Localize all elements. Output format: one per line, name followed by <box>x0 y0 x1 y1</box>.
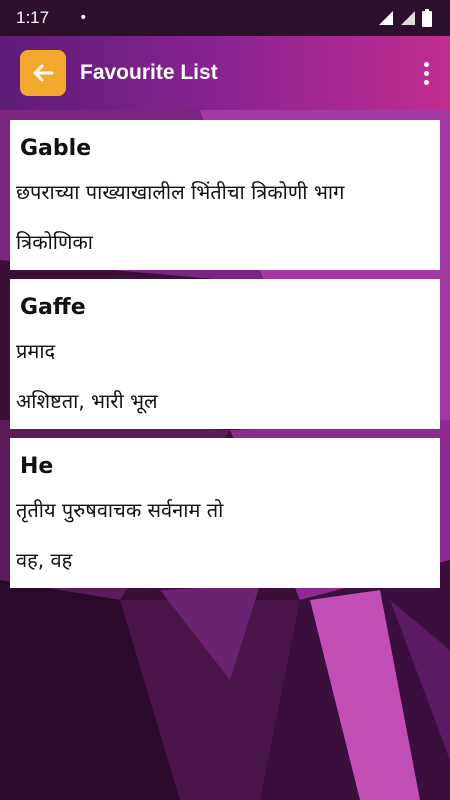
favourite-list: Gable छपराच्या पाख्याखालील भिंतीचा त्रिक… <box>10 120 440 597</box>
arrow-left-icon <box>33 64 54 82</box>
signal-icon <box>379 11 393 25</box>
favourite-card[interactable]: He तृतीय पुरुषवाचक सर्वनाम तो वह, वह <box>10 438 440 588</box>
app-bar: Favourite List <box>0 36 450 110</box>
page-title: Favourite List <box>80 61 218 84</box>
status-bar: 1:17 • <box>0 0 450 36</box>
battery-icon <box>422 9 432 27</box>
word-meaning-primary: छपराच्या पाख्याखालील भिंतीचा त्रिकोणी भा… <box>16 180 345 204</box>
word-meaning-secondary: वह, वह <box>16 548 73 572</box>
more-vert-icon <box>423 61 429 67</box>
favourite-card[interactable]: Gaffe प्रमाद अशिष्टता, भारी भूल <box>10 279 440 429</box>
word-meaning-secondary: अशिष्टता, भारी भूल <box>16 389 158 413</box>
back-button[interactable] <box>20 50 66 96</box>
word-meaning-secondary: त्रिकोणिका <box>16 230 93 254</box>
word-meaning-primary: तृतीय पुरुषवाचक सर्वनाम तो <box>16 498 224 522</box>
word-meaning-primary: प्रमाद <box>16 339 56 363</box>
wifi-icon <box>401 11 415 25</box>
notification-dot: • <box>79 10 88 26</box>
word-title: Gaffe <box>20 295 86 320</box>
word-title: He <box>20 454 54 479</box>
word-title: Gable <box>20 136 92 161</box>
status-time: 1:17 <box>16 8 50 27</box>
more-options-button[interactable] <box>416 58 436 88</box>
status-icons <box>378 9 432 27</box>
favourite-card[interactable]: Gable छपराच्या पाख्याखालील भिंतीचा त्रिक… <box>10 120 440 270</box>
